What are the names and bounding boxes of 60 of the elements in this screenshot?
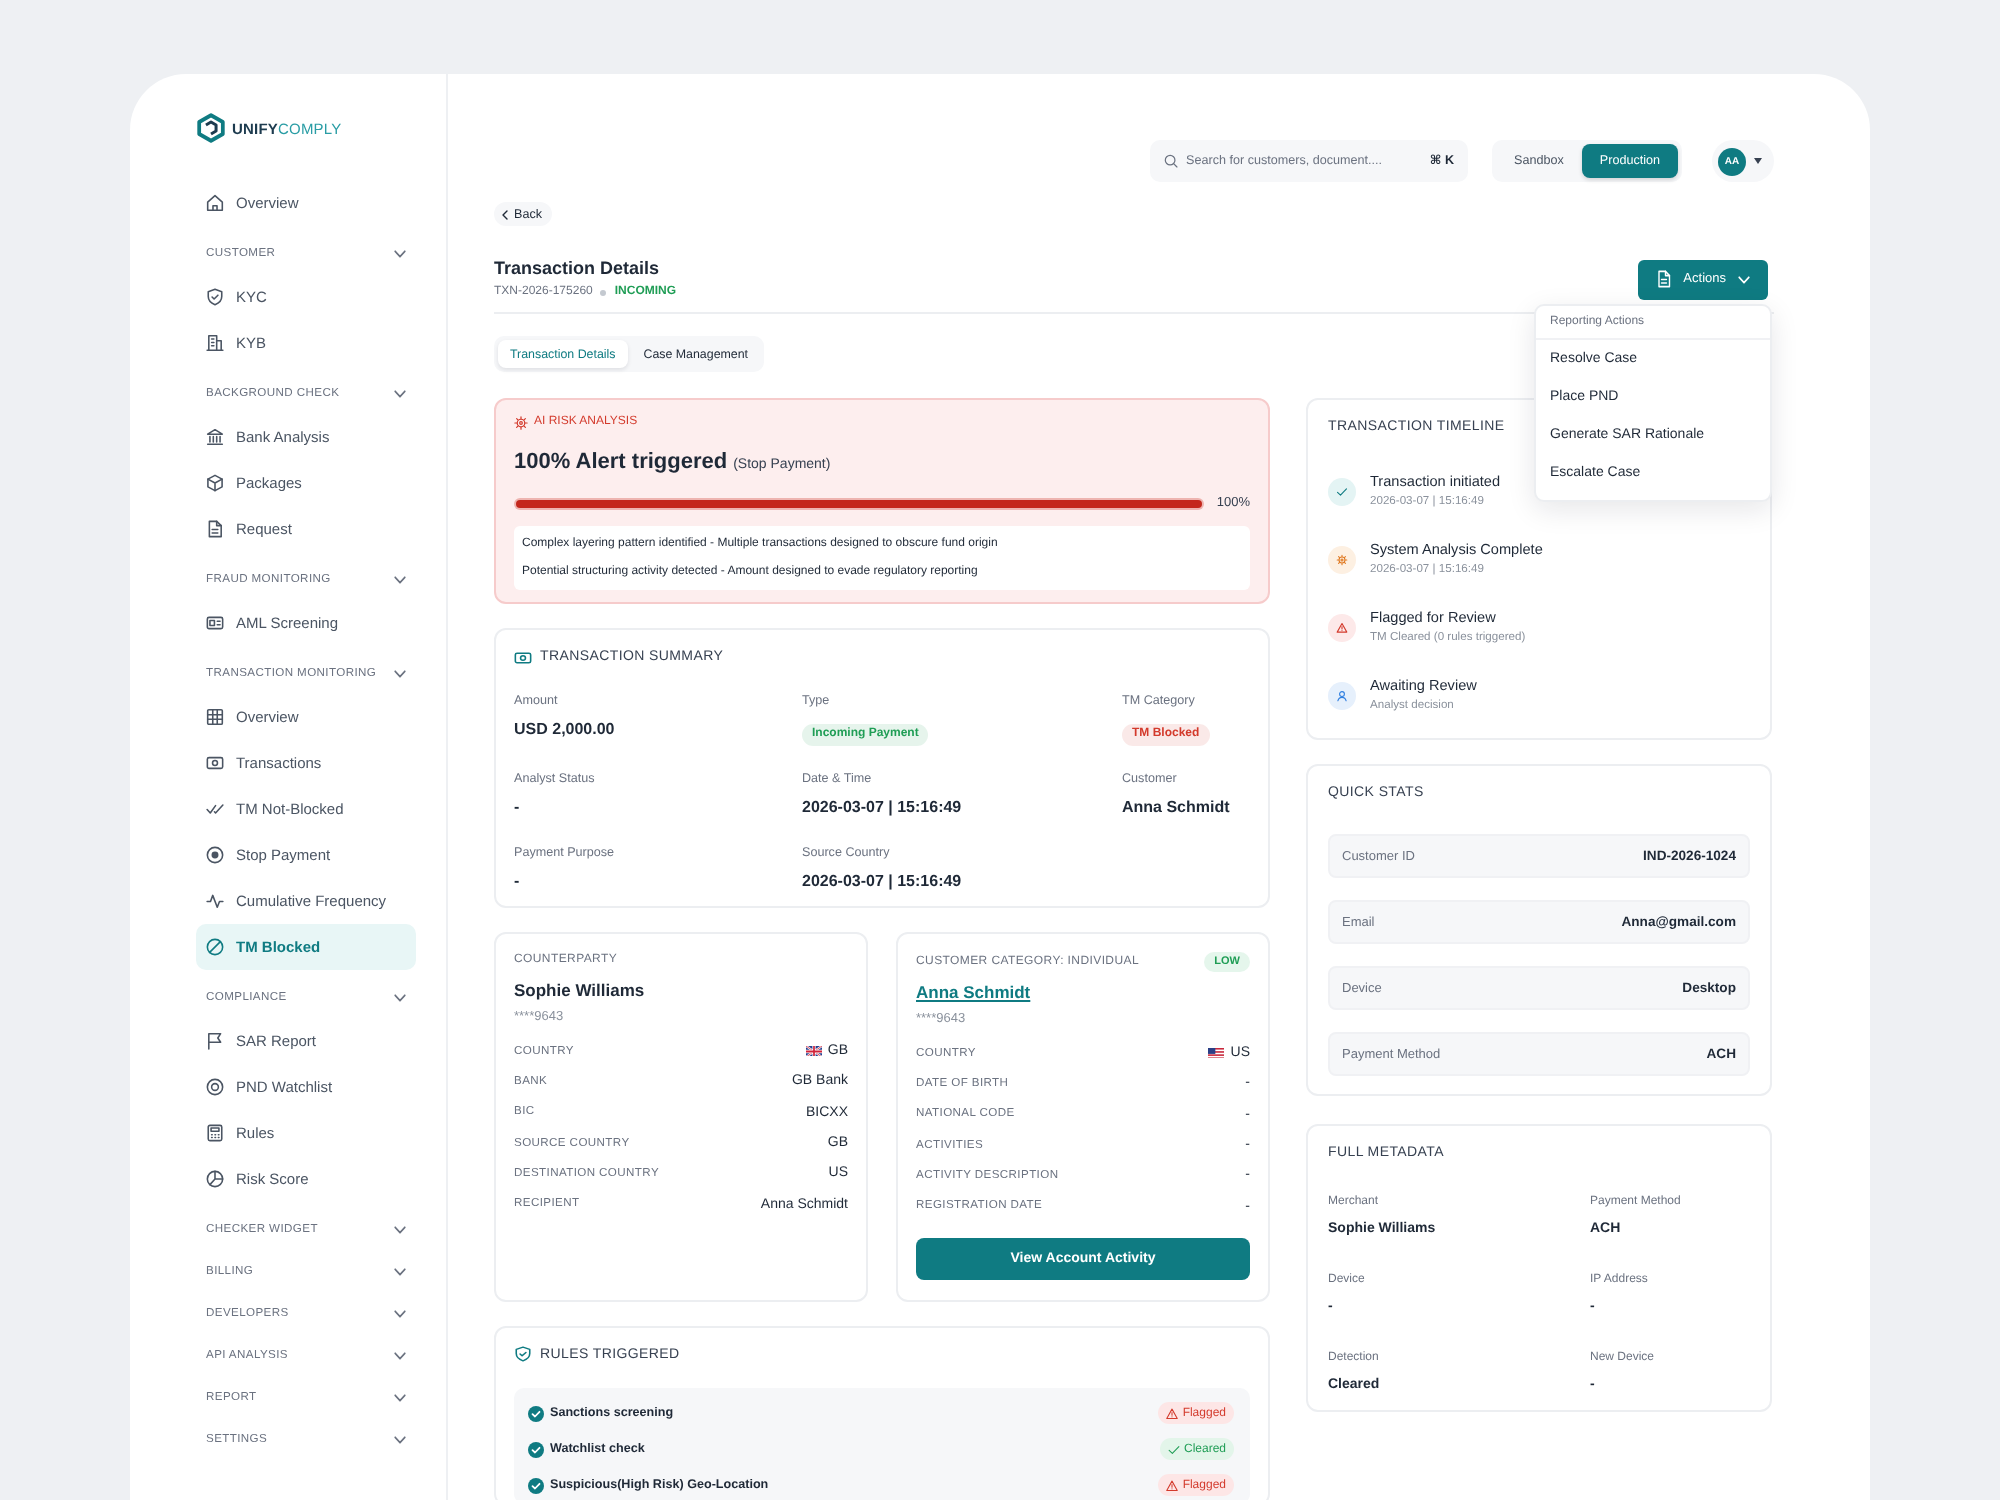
banknote-icon (206, 754, 224, 772)
chevron-down-icon (394, 575, 406, 583)
chevron-down-icon (394, 993, 406, 1001)
search-icon (1164, 154, 1179, 168)
id-card-icon (206, 614, 224, 632)
home-icon (206, 194, 224, 212)
field-value: - (514, 870, 520, 894)
chevron-down-icon (394, 669, 406, 677)
customer-name-link[interactable]: Anna Schmidt (916, 980, 1031, 1004)
double-check-icon (206, 800, 224, 818)
chevron-down-icon (394, 1435, 406, 1443)
chevron-down-icon (394, 249, 406, 257)
pie-chart-icon (206, 1170, 224, 1188)
caret-down-icon (1754, 158, 1762, 164)
flag-icon (805, 1045, 822, 1057)
user-icon (1328, 682, 1356, 710)
field-value: Anna Schmidt (1122, 796, 1230, 820)
field-value: USD 2,000.00 (514, 718, 615, 742)
document-icon (1655, 270, 1672, 288)
building-icon (206, 334, 224, 352)
chevron-down-icon (1738, 275, 1750, 283)
document-icon (206, 520, 224, 538)
grid-icon (206, 708, 224, 726)
cube-icon (206, 474, 224, 492)
field-value: 2026-03-07 | 15:16:49 (802, 796, 962, 820)
banknote-icon (514, 649, 532, 665)
logo-icon (196, 112, 226, 144)
check-circle-icon (528, 1405, 544, 1422)
bank-icon (206, 428, 224, 446)
chevron-down-icon (394, 389, 406, 397)
shield-icon (206, 288, 224, 306)
dot-icon (600, 290, 607, 296)
chevron-down-icon (394, 1225, 406, 1233)
chevron-down-icon (394, 1309, 406, 1317)
alert-title: 100% Alert triggered (514, 448, 728, 476)
chevron-down-icon (394, 1351, 406, 1359)
pulse-icon (206, 892, 224, 910)
check-icon (1328, 478, 1356, 506)
page-title: Transaction Details (494, 256, 660, 280)
calculator-icon (206, 1124, 224, 1142)
flag-icon (206, 1032, 224, 1050)
chevron-down-icon (394, 1267, 406, 1275)
check-circle-icon (528, 1477, 544, 1494)
gear-icon (514, 416, 528, 430)
party-name: Sophie Williams (514, 978, 645, 1002)
warning-icon (1166, 1479, 1179, 1492)
check-icon (1167, 1443, 1180, 1456)
chevron-down-icon (394, 1393, 406, 1401)
field-value: - (514, 796, 520, 820)
ring-icon (206, 1078, 224, 1096)
chevron-left-icon (502, 209, 508, 219)
flag-icon (1208, 1047, 1225, 1059)
blocked-icon (206, 938, 224, 956)
warning-icon (1166, 1407, 1179, 1420)
check-circle-icon (528, 1441, 544, 1458)
target-icon (206, 846, 224, 864)
shield-check-icon (514, 1346, 532, 1363)
gear-icon (1328, 546, 1356, 574)
warning-icon (1328, 614, 1356, 642)
field-value: 2026-03-07 | 15:16:49 (802, 870, 962, 894)
